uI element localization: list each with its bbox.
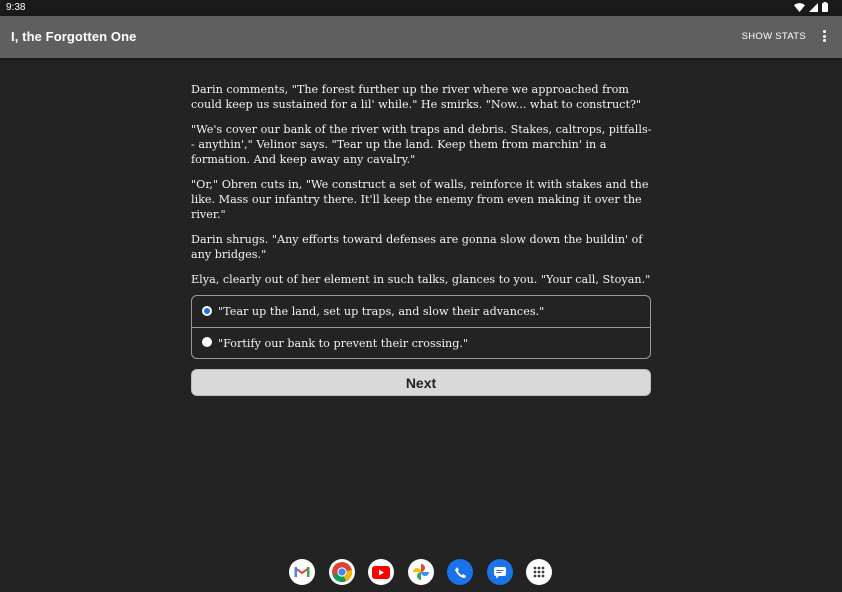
story-paragraph: "We's cover our bank of the river with t… bbox=[191, 123, 652, 166]
next-button[interactable]: Next bbox=[191, 369, 651, 396]
choice-option-traps[interactable]: "Tear up the land, set up traps, and slo… bbox=[192, 296, 650, 327]
status-time: 9:38 bbox=[6, 2, 26, 13]
app-dock bbox=[0, 559, 842, 585]
radio-selected-icon[interactable] bbox=[202, 305, 212, 316]
more-vert-icon[interactable] bbox=[820, 30, 828, 44]
status-icons bbox=[794, 2, 828, 12]
story-paragraph: Elya, clearly out of her element in such… bbox=[191, 273, 651, 286]
gmail-icon[interactable] bbox=[289, 559, 315, 585]
phone-icon[interactable] bbox=[447, 559, 473, 585]
choice-label: "Tear up the land, set up traps, and slo… bbox=[218, 305, 545, 318]
battery-icon bbox=[822, 2, 828, 12]
photos-icon[interactable] bbox=[408, 559, 434, 585]
choice-option-fortify[interactable]: "Fortify our bank to prevent their cross… bbox=[192, 327, 650, 358]
cellular-icon bbox=[809, 2, 818, 12]
wifi-icon bbox=[794, 2, 805, 12]
story-text: Darin comments, "The forest further up t… bbox=[191, 82, 655, 297]
story-paragraph: "Or," Obren cuts in, "We construct a set… bbox=[191, 178, 649, 221]
show-stats-button[interactable]: SHOW STATS bbox=[742, 31, 806, 42]
radio-unselected-icon[interactable] bbox=[202, 337, 212, 347]
messages-icon[interactable] bbox=[487, 559, 513, 585]
choice-label: "Fortify our bank to prevent their cross… bbox=[218, 336, 469, 350]
story-paragraph: Darin comments, "The forest further up t… bbox=[191, 83, 642, 111]
status-bar: 9:38 bbox=[0, 0, 842, 16]
choice-list: "Tear up the land, set up traps, and slo… bbox=[191, 295, 651, 359]
chrome-icon[interactable] bbox=[329, 559, 355, 585]
youtube-icon[interactable] bbox=[368, 559, 394, 585]
app-drawer-icon[interactable] bbox=[526, 559, 552, 585]
app-title: I, the Forgotten One bbox=[11, 29, 137, 44]
story-paragraph: Darin shrugs. "Any efforts toward defens… bbox=[191, 233, 643, 261]
app-bar: I, the Forgotten One SHOW STATS bbox=[0, 16, 842, 58]
